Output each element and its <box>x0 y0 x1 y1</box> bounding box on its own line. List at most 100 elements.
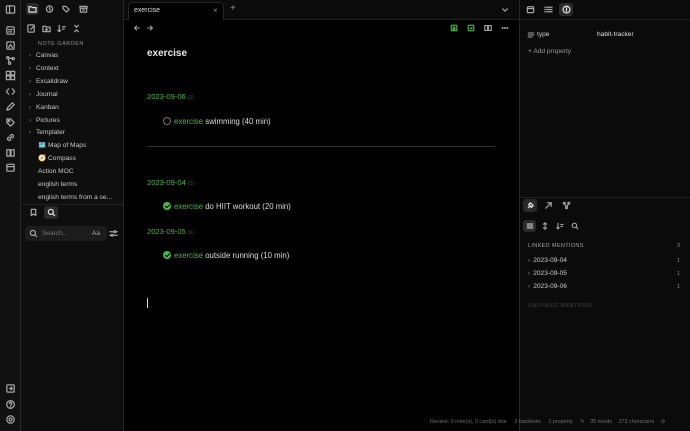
sidebar-toggle-icon[interactable] <box>5 4 16 15</box>
edit-icon[interactable]: ✎ <box>580 419 585 425</box>
task-checkbox[interactable] <box>163 117 171 125</box>
tags-icon <box>62 5 71 13</box>
folder-item[interactable]: › Excalidraw <box>29 76 123 88</box>
text-cursor[interactable] <box>147 298 148 308</box>
task-tag[interactable]: exercise <box>174 251 203 260</box>
task-tag[interactable]: exercise <box>174 117 203 126</box>
tab-recent[interactable] <box>43 3 56 15</box>
link-icon[interactable] <box>5 132 16 143</box>
folder-item[interactable]: › Kanban <box>29 102 123 114</box>
chevron-right-icon: › <box>29 53 31 59</box>
command-icon[interactable] <box>5 25 16 36</box>
mention-count: 1 <box>677 284 681 290</box>
chevron-right-icon: › <box>29 78 31 85</box>
date-link[interactable]: 2023-09-04 <box>147 178 186 187</box>
settings-icon[interactable] <box>5 414 16 425</box>
chevron-down-icon[interactable] <box>501 6 509 14</box>
task-tag[interactable]: exercise <box>174 202 203 211</box>
tree-item-label: Action MOC <box>38 168 74 176</box>
new-folder-icon[interactable] <box>42 24 51 33</box>
canvas-icon[interactable] <box>5 70 16 81</box>
date-link[interactable]: 2023-09-05 <box>147 227 186 236</box>
search-icon <box>47 208 56 217</box>
folder-item[interactable]: › Templater <box>29 127 123 139</box>
folder-item[interactable]: › Canvas <box>29 50 123 62</box>
back-icon[interactable] <box>133 24 141 32</box>
search-settings-icon[interactable] <box>109 229 118 238</box>
task-checkbox[interactable] <box>163 202 171 210</box>
more-options-icon[interactable] <box>501 24 509 32</box>
sync-icon[interactable]: ⊘ <box>661 419 666 425</box>
new-tab-icon[interactable]: + <box>230 3 236 14</box>
expand-icon[interactable] <box>541 222 549 230</box>
tree-item-label: Journal <box>36 90 58 98</box>
match-case-toggle[interactable]: Aa <box>92 230 100 237</box>
graph-icon[interactable] <box>5 55 16 66</box>
tab-files[interactable] <box>26 3 39 15</box>
outgoing-links-icon[interactable] <box>544 201 553 210</box>
folder-item[interactable]: › Pictures <box>29 115 123 127</box>
chevron-right-icon: › <box>528 257 531 264</box>
mention-item[interactable]: › 2023-09-04 <box>528 257 567 264</box>
unlinked-mentions-header[interactable]: UNLINKED MENTIONS <box>528 303 592 309</box>
code-icon[interactable] <box>5 86 16 97</box>
book-icon[interactable] <box>5 147 16 158</box>
file-item[interactable]: Action MOC <box>29 166 123 178</box>
folder-item[interactable]: › Context <box>29 63 123 75</box>
tree-item-label: Pictures <box>36 116 60 124</box>
chevron-right-icon: › <box>29 104 31 111</box>
list-icon <box>526 222 534 230</box>
close-tab-icon[interactable]: × <box>213 6 218 15</box>
date-link[interactable]: 2023-09-06 <box>147 92 186 101</box>
add-property-button[interactable]: + Add property <box>528 48 571 55</box>
date-heading[interactable]: 2023-09-05 (1) <box>147 227 194 236</box>
tree-item-label: 🗺️ Map of Maps <box>38 142 87 150</box>
outline-icon[interactable] <box>544 5 553 14</box>
linked-mentions-header[interactable]: LINKED MENTIONS <box>528 243 584 249</box>
tab-backlinks[interactable] <box>523 199 537 212</box>
mention-item[interactable]: › 2023-09-06 <box>528 283 567 290</box>
sort-icon[interactable] <box>57 24 66 33</box>
pen-icon[interactable] <box>5 101 16 112</box>
search-input-box[interactable]: Search... Aa <box>25 226 107 241</box>
graph-icon[interactable] <box>562 201 571 210</box>
tab-search[interactable] <box>44 206 58 219</box>
property-key[interactable]: type <box>537 31 549 38</box>
tab-exercise[interactable]: exercise × <box>128 2 224 20</box>
calendar-icon[interactable] <box>5 162 16 173</box>
date-heading[interactable]: 2023-09-06 (1) <box>147 92 194 101</box>
folder-item[interactable]: › Journal <box>29 89 123 101</box>
file-item[interactable]: 🧭 Compass <box>29 153 123 165</box>
forward-icon[interactable] <box>146 24 154 32</box>
sort-icon[interactable] <box>556 222 564 230</box>
help-icon[interactable] <box>5 399 16 410</box>
tab-tags[interactable] <box>60 3 73 15</box>
collapse-results-button[interactable] <box>523 220 536 232</box>
date-heading[interactable]: 2023-09-04 (1) <box>147 178 194 187</box>
reading-view-icon[interactable] <box>484 24 492 32</box>
collapse-all-icon[interactable] <box>72 24 81 33</box>
file-item[interactable]: 🗺️ Map of Maps <box>29 140 123 152</box>
calendar-icon[interactable] <box>526 5 535 14</box>
divider <box>21 204 124 205</box>
bookmark-icon[interactable] <box>29 208 38 217</box>
archive-icon <box>79 5 88 13</box>
tab-file-properties[interactable] <box>559 3 573 16</box>
linked-mentions-count: 3 <box>677 243 681 249</box>
property-value[interactable]: habit-tracker <box>597 31 634 38</box>
task-checkbox[interactable] <box>163 251 171 259</box>
open-note-icon[interactable] <box>5 40 16 51</box>
search-icon[interactable] <box>571 222 579 230</box>
file-item[interactable]: english terms <box>29 179 123 191</box>
tab-archive[interactable] <box>77 3 90 15</box>
tag-icon[interactable] <box>5 117 16 128</box>
vault-switch-icon[interactable] <box>5 383 16 394</box>
bookmark-note-icon[interactable] <box>450 24 458 32</box>
search-input[interactable]: Search... <box>42 230 68 237</box>
review-status[interactable]: Review: 0 note(s), 0 card(s) due <box>430 419 507 425</box>
new-note-icon[interactable] <box>27 24 36 33</box>
chevron-right-icon: › <box>528 283 531 290</box>
task-toggle-icon[interactable] <box>467 24 475 32</box>
mention-item[interactable]: › 2023-09-05 <box>528 270 567 277</box>
file-item[interactable]: english terms from a se... <box>29 192 123 204</box>
